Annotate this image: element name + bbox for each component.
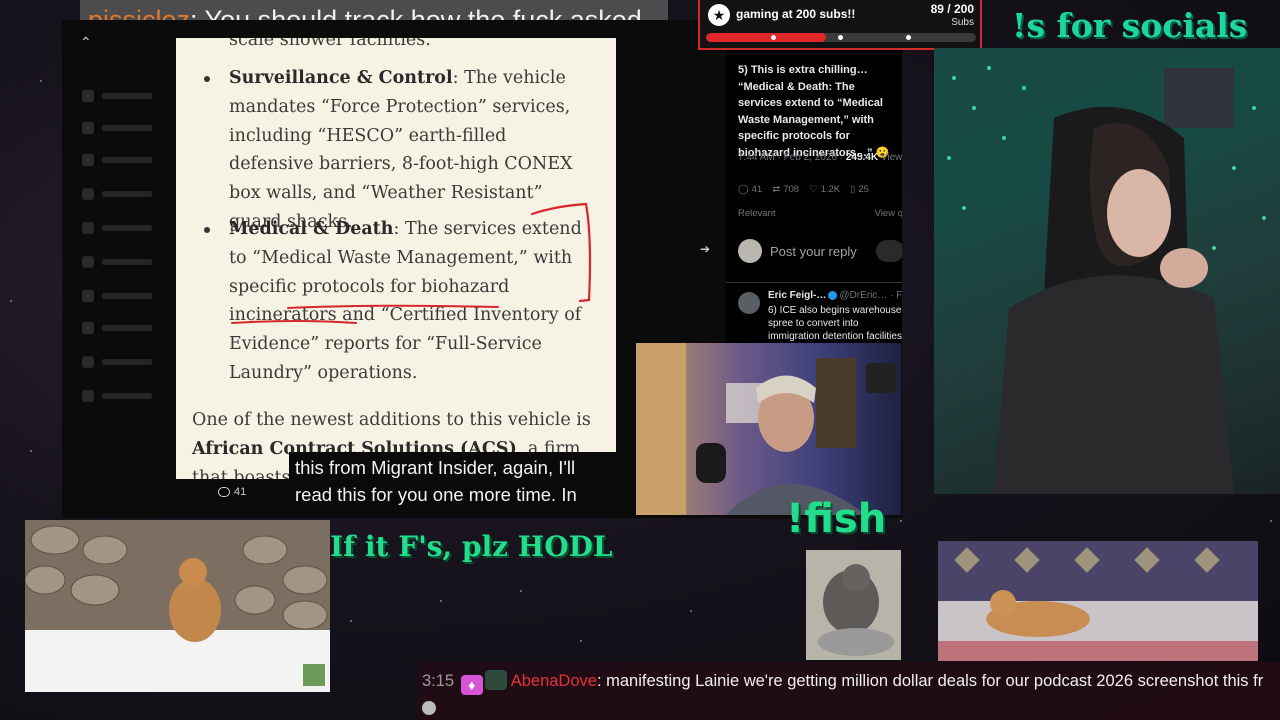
cat-photo-small bbox=[806, 550, 901, 660]
comment-count[interactable]: 41 bbox=[218, 486, 246, 498]
goal-count: 89 / 200 bbox=[930, 2, 974, 16]
subscriber-badge-icon bbox=[484, 670, 507, 690]
sub-goal-widget: ★ gaming at 200 subs!! 89 / 200 Subs bbox=[698, 0, 982, 50]
sidebar bbox=[62, 40, 177, 500]
tweet-actions: ◯ 41 ⇄ 708 ♡ 1.2K ▯ 25 bbox=[738, 184, 902, 195]
replies-sort[interactable]: Relevant View q bbox=[738, 208, 902, 219]
avatar bbox=[738, 239, 762, 263]
heart-icon: ♡ bbox=[809, 184, 818, 195]
goal-unit: Subs bbox=[951, 17, 974, 28]
tweet-panel: 5) This is extra chilling… “Medical & De… bbox=[726, 48, 902, 344]
video-streamer bbox=[636, 343, 901, 515]
progress-tick bbox=[771, 35, 776, 40]
subtitle-line-1: this from Migrant Insider, again, I'll bbox=[295, 457, 576, 478]
comment-icon bbox=[218, 487, 230, 497]
lynx-photo bbox=[25, 520, 330, 692]
streamer-webcam bbox=[934, 48, 1280, 494]
like-button[interactable]: ♡ 1.2K bbox=[809, 184, 840, 195]
reply-input[interactable]: Post your reply bbox=[770, 244, 857, 259]
progress-tick bbox=[906, 35, 911, 40]
fish-command-text: !fish bbox=[786, 496, 887, 542]
sidebar-item[interactable] bbox=[82, 290, 172, 302]
sidebar-item[interactable] bbox=[82, 188, 172, 200]
bullet-heading: Medical & Death bbox=[229, 219, 394, 239]
bullet-heading: Surveillance & Control bbox=[229, 68, 453, 88]
reply-icon: ◯ bbox=[738, 184, 749, 195]
chat-username: AbenaDove bbox=[510, 672, 597, 690]
reply-button[interactable]: ◯ 41 bbox=[738, 184, 762, 195]
goal-title: gaming at 200 subs!! bbox=[736, 7, 856, 21]
hodl-overlay-text: If it F's, plz HODL bbox=[330, 530, 613, 563]
cat-photo-blanket bbox=[938, 541, 1258, 661]
video-scene bbox=[636, 343, 896, 515]
repost-icon: ⇄ bbox=[772, 184, 781, 195]
document-fragment: scale shower facilities. bbox=[229, 38, 431, 50]
subtitle-line-2: read this for you one more time. In bbox=[295, 484, 577, 505]
paragraph-lead: One of the newest additions to this vehi… bbox=[192, 410, 591, 430]
cat-scene bbox=[806, 550, 901, 660]
reply-submit-button[interactable] bbox=[876, 240, 902, 262]
gem-badge-icon: ♦ bbox=[460, 675, 483, 695]
bullet-dot bbox=[204, 76, 210, 82]
bullet-dot bbox=[204, 227, 210, 233]
sidebar-item[interactable] bbox=[82, 356, 172, 368]
sidebar-item[interactable] bbox=[82, 256, 172, 268]
goal-progress-fill bbox=[706, 33, 827, 42]
tweet-text: 5) This is extra chilling… “Medical & De… bbox=[738, 64, 890, 159]
goal-progress-bar bbox=[706, 33, 976, 42]
webcam-scene bbox=[947, 66, 1266, 494]
bullet-text: : The services extend to “Medical Waste … bbox=[229, 219, 582, 383]
verified-icon bbox=[828, 290, 838, 300]
sidebar-item[interactable] bbox=[82, 390, 172, 402]
bottom-chat-message: 3:15 ♦ AbenaDove: manifesting Lainie we'r… bbox=[418, 662, 1280, 720]
lynx-scene bbox=[25, 520, 330, 692]
sidebar-item[interactable] bbox=[82, 222, 172, 234]
sidebar-item[interactable] bbox=[82, 154, 172, 166]
sidebar-item[interactable] bbox=[82, 122, 172, 134]
arrow-right-icon[interactable]: ➔ bbox=[700, 242, 710, 256]
chat-message: manifesting Lainie we're getting million… bbox=[606, 672, 1264, 690]
star-icon: ★ bbox=[708, 4, 730, 26]
repost-button[interactable]: ⇄ 708 bbox=[772, 184, 799, 195]
subtitles-box: this from Migrant Insider, again, I'll r… bbox=[289, 452, 634, 510]
sidebar-item[interactable] bbox=[82, 90, 172, 102]
bullet-text: : The vehicle mandates “Force Protection… bbox=[229, 68, 573, 232]
divider bbox=[726, 282, 902, 283]
bookmark-button[interactable]: ▯ 25 bbox=[850, 184, 869, 195]
chat-timestamp: 3:15 bbox=[422, 672, 455, 690]
avatar[interactable] bbox=[738, 292, 760, 314]
reply-composer[interactable]: Post your reply bbox=[738, 236, 902, 266]
emote-icon bbox=[422, 701, 436, 715]
tweet-meta: 7:44 AM · Feb 2, 2026 · 245.4K Views bbox=[738, 152, 902, 163]
progress-tick bbox=[838, 35, 843, 40]
sidebar-item[interactable] bbox=[82, 322, 172, 334]
bookmark-icon: ▯ bbox=[850, 184, 856, 195]
document-page: scale shower facilities. Surveillance & … bbox=[176, 38, 616, 479]
blanket-scene bbox=[938, 541, 1258, 661]
